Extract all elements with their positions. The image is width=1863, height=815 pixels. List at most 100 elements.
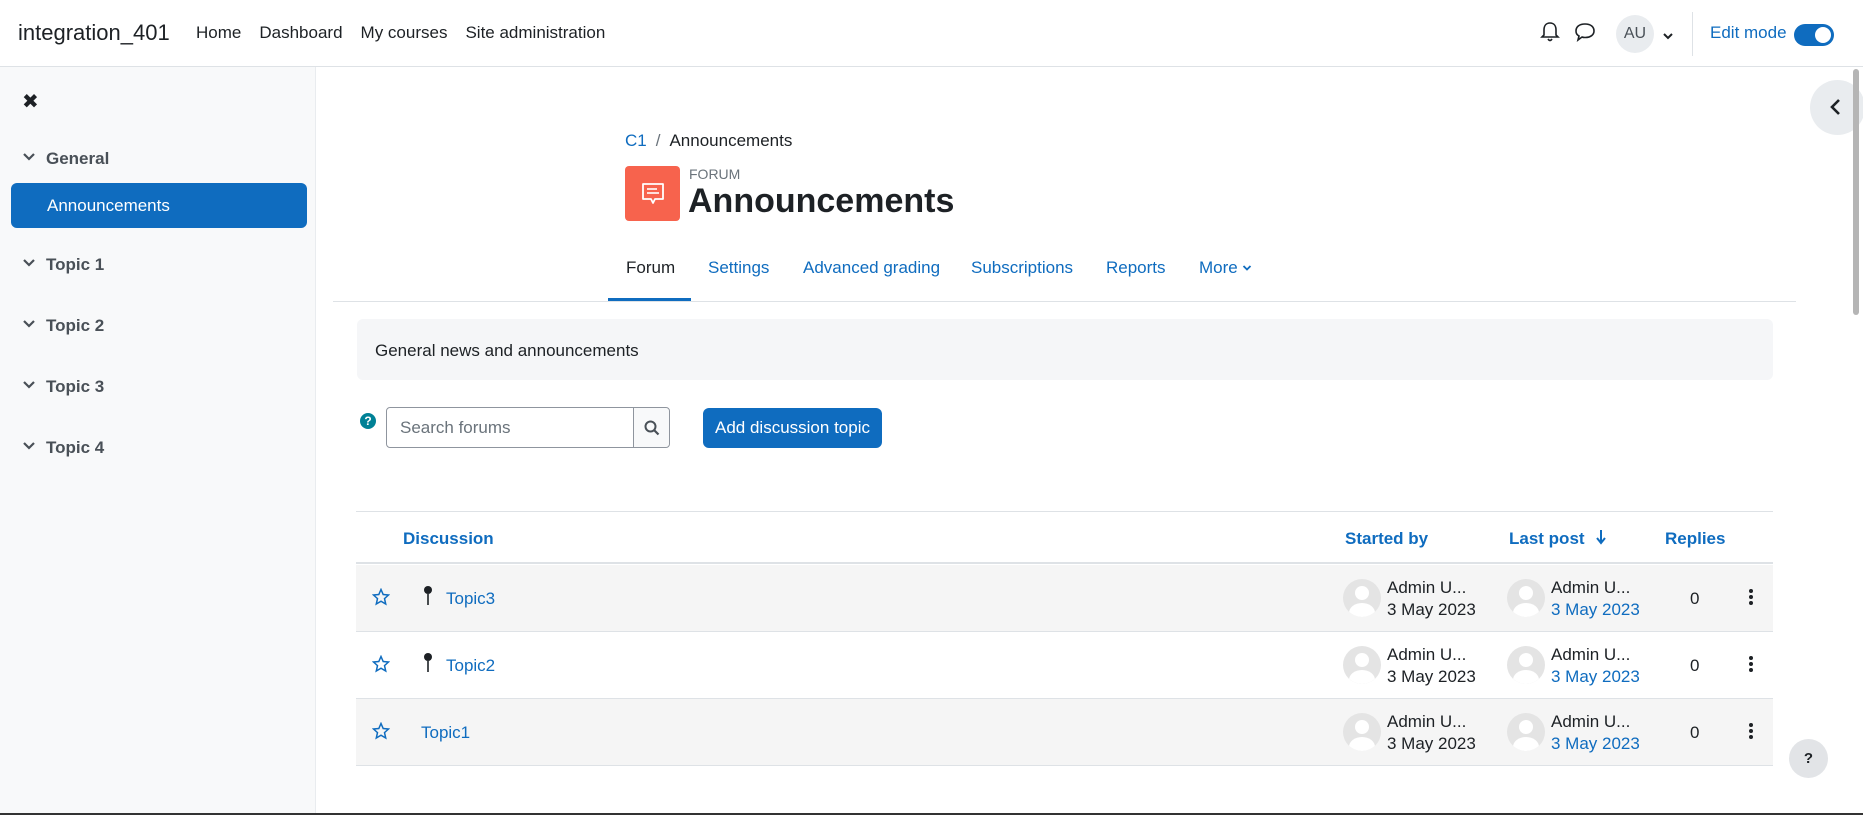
help-button[interactable]: ? — [1789, 739, 1828, 778]
section-general[interactable]: General — [22, 149, 109, 169]
table-row: Topic2 Admin U... 3 May 2023 Admin U... … — [356, 632, 1773, 699]
edit-mode-toggle[interactable] — [1794, 24, 1834, 46]
tab-subscriptions[interactable]: Subscriptions — [971, 258, 1073, 278]
add-discussion-button[interactable]: Add discussion topic — [703, 408, 882, 448]
discussion-link[interactable]: Topic2 — [446, 656, 495, 676]
last-post-name[interactable]: Admin U... — [1551, 712, 1630, 732]
chevron-down-icon[interactable] — [22, 438, 42, 458]
scrollbar[interactable] — [1853, 69, 1859, 315]
avatar[interactable] — [1343, 713, 1381, 751]
section-topic-2[interactable]: Topic 2 — [22, 316, 104, 336]
section-topic-1[interactable]: Topic 1 — [22, 255, 104, 275]
tab-reports[interactable]: Reports — [1106, 258, 1166, 278]
sort-descending-icon — [1596, 530, 1607, 545]
started-date: 3 May 2023 — [1387, 667, 1476, 686]
module-type-label: FORUM — [689, 166, 741, 182]
star-icon[interactable] — [371, 587, 391, 611]
last-post-date[interactable]: 3 May 2023 — [1551, 667, 1640, 687]
table-row: Topic1 Admin U... 3 May 2023 Admin U... … — [356, 699, 1773, 766]
site-brand[interactable]: integration_401 — [18, 20, 170, 46]
column-replies[interactable]: Replies — [1665, 529, 1725, 549]
table-header: Discussion Started by Last post Replies — [356, 511, 1773, 564]
chevron-down-icon — [1243, 265, 1252, 271]
breadcrumb-current: Announcements — [669, 131, 793, 150]
replies-count: 0 — [1690, 656, 1700, 675]
chevron-down-icon[interactable] — [22, 377, 42, 397]
column-last-post-label: Last post — [1509, 529, 1585, 548]
edit-mode-label: Edit mode — [1710, 23, 1787, 42]
chevron-down-icon[interactable] — [1662, 27, 1674, 47]
chevron-down-icon[interactable] — [22, 316, 42, 336]
chevron-down-icon[interactable] — [22, 149, 42, 169]
started-by-name[interactable]: Admin U... — [1387, 712, 1466, 732]
search-input[interactable] — [387, 408, 634, 447]
nav-my-courses[interactable]: My courses — [361, 23, 448, 43]
page-title: Announcements — [688, 182, 955, 220]
section-label: Topic 2 — [46, 316, 105, 335]
section-label: Topic 3 — [46, 377, 105, 396]
navbar-divider — [1692, 12, 1693, 56]
column-started-by[interactable]: Started by — [1345, 529, 1428, 549]
tab-more-label: More — [1199, 258, 1238, 277]
avatar[interactable] — [1343, 646, 1381, 684]
replies-count: 0 — [1690, 723, 1700, 742]
chevron-left-icon — [1830, 99, 1840, 115]
nav-home[interactable]: Home — [196, 23, 241, 43]
breadcrumb: C1 / Announcements — [625, 131, 792, 151]
search-forums — [386, 407, 670, 448]
started-date: 3 May 2023 — [1387, 734, 1476, 753]
more-actions-icon[interactable] — [1748, 587, 1754, 612]
column-discussion[interactable]: Discussion — [403, 529, 494, 549]
avatar[interactable] — [1343, 579, 1381, 617]
primary-navigation: Home Dashboard My courses Site administr… — [196, 23, 623, 43]
discussion-link[interactable]: Topic1 — [421, 723, 470, 743]
chevron-down-icon[interactable] — [22, 255, 42, 275]
top-navbar: integration_401 Home Dashboard My course… — [0, 0, 1863, 67]
last-post-date[interactable]: 3 May 2023 — [1551, 734, 1640, 754]
column-last-post[interactable]: Last post — [1509, 529, 1607, 549]
chat-icon[interactable] — [1574, 21, 1596, 48]
help-icon[interactable]: ? — [360, 413, 376, 429]
last-post-name[interactable]: Admin U... — [1551, 645, 1630, 665]
section-topic-4[interactable]: Topic 4 — [22, 438, 104, 458]
avatar[interactable] — [1507, 646, 1545, 684]
section-label: Topic 1 — [46, 255, 105, 274]
nav-site-administration[interactable]: Site administration — [465, 23, 605, 43]
star-icon[interactable] — [371, 654, 391, 678]
close-icon[interactable]: ✖ — [22, 89, 39, 114]
active-tab-indicator — [608, 298, 691, 301]
nav-dashboard[interactable]: Dashboard — [259, 23, 342, 43]
tab-more[interactable]: More — [1199, 258, 1252, 278]
bell-icon[interactable] — [1540, 21, 1560, 48]
user-avatar[interactable]: AU — [1616, 15, 1654, 53]
star-icon[interactable] — [371, 721, 391, 745]
tab-advanced-grading[interactable]: Advanced grading — [803, 258, 940, 278]
section-label: Topic 4 — [46, 438, 105, 457]
avatar[interactable] — [1507, 713, 1545, 751]
last-post-date[interactable]: 3 May 2023 — [1551, 600, 1640, 620]
tab-forum[interactable]: Forum — [626, 258, 675, 278]
section-label: General — [46, 149, 110, 168]
more-actions-icon[interactable] — [1748, 721, 1754, 746]
started-by-name[interactable]: Admin U... — [1387, 578, 1466, 598]
table-row: Topic3 Admin U... 3 May 2023 Admin U... … — [356, 565, 1773, 632]
more-actions-icon[interactable] — [1748, 654, 1754, 679]
breadcrumb-separator: / — [655, 131, 661, 150]
secondary-navigation: Forum Settings Advanced grading Subscrip… — [333, 246, 1796, 302]
search-icon — [644, 420, 659, 435]
forum-description: General news and announcements — [375, 341, 639, 360]
pin-icon — [422, 585, 434, 612]
started-by-name[interactable]: Admin U... — [1387, 645, 1466, 665]
tab-settings[interactable]: Settings — [708, 258, 769, 278]
forum-intro: General news and announcements — [357, 319, 1773, 380]
breadcrumb-course[interactable]: C1 — [625, 131, 647, 150]
discussion-link[interactable]: Topic3 — [446, 589, 495, 609]
last-post-name[interactable]: Admin U... — [1551, 578, 1630, 598]
avatar[interactable] — [1507, 579, 1545, 617]
forum-icon — [625, 166, 680, 221]
started-date: 3 May 2023 — [1387, 600, 1476, 619]
course-index-drawer: ✖ General Announcements Topic 1 Topic 2 … — [0, 67, 316, 815]
search-button[interactable] — [634, 408, 669, 447]
course-index-item-announcements[interactable]: Announcements — [11, 183, 307, 228]
section-topic-3[interactable]: Topic 3 — [22, 377, 104, 397]
